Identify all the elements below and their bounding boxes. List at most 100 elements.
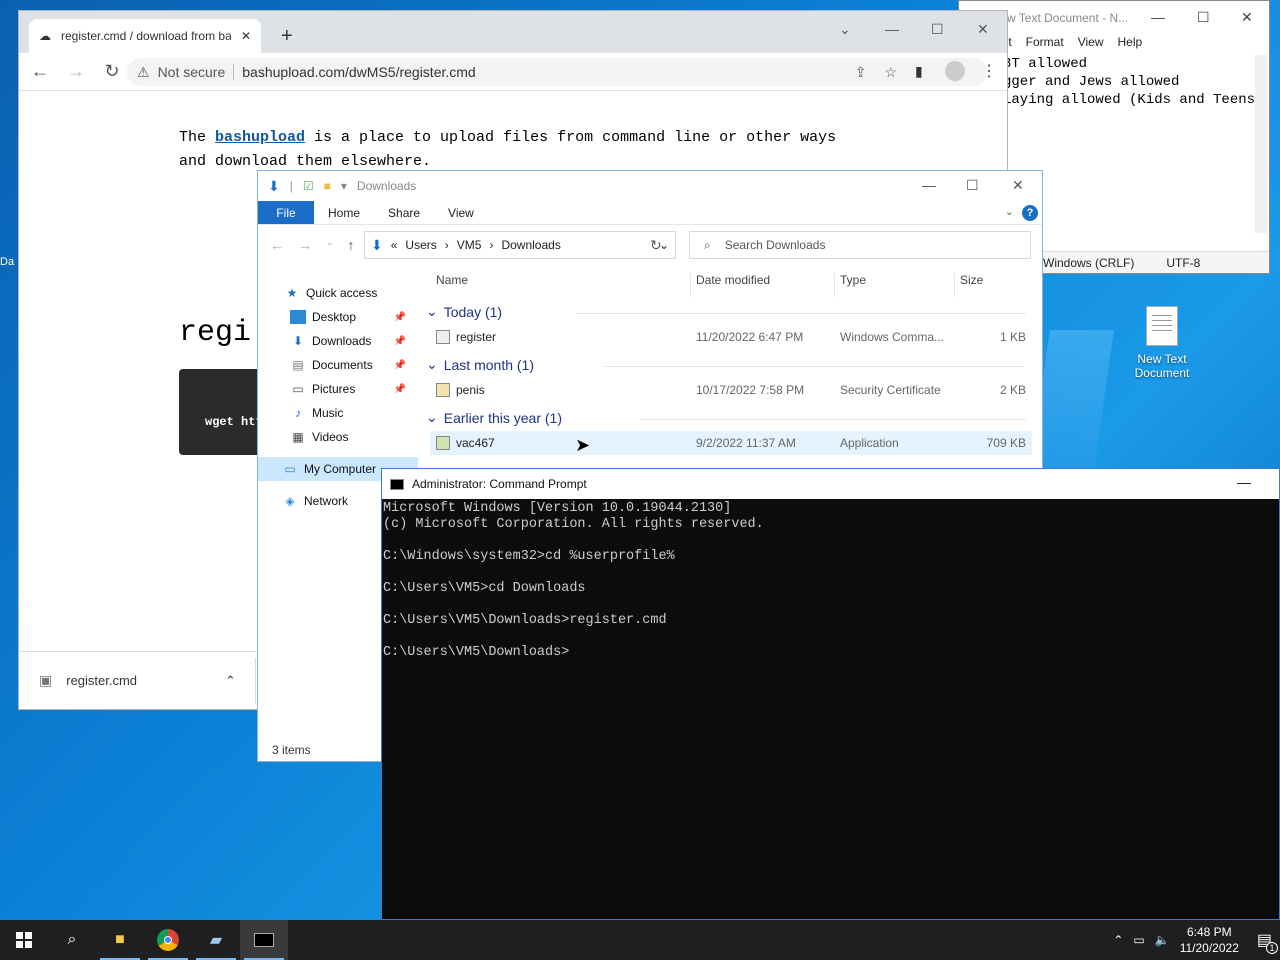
taskbar-command-prompt[interactable]: [240, 920, 288, 960]
nav-pictures[interactable]: ▭ Pictures 📌: [258, 377, 418, 401]
pin-icon[interactable]: 📌: [394, 312, 406, 323]
more-menu-icon[interactable]: ⋮: [981, 61, 997, 81]
breadcrumb-overflow-icon[interactable]: «: [391, 238, 398, 252]
nav-videos[interactable]: ▦ Videos: [258, 425, 418, 449]
taskbar-chrome[interactable]: [144, 920, 192, 960]
column-size[interactable]: Size: [960, 273, 983, 287]
recent-locations-icon[interactable]: ⌄: [326, 237, 334, 253]
nav-documents[interactable]: ▤ Documents 📌: [258, 353, 418, 377]
nav-music[interactable]: ♪ Music: [258, 401, 418, 425]
column-name[interactable]: Name: [436, 273, 468, 287]
window-title: Downloads: [356, 179, 417, 193]
taskbar-file-explorer[interactable]: ■: [96, 920, 144, 960]
forward-arrow-icon[interactable]: →: [298, 237, 312, 253]
minimize-button[interactable]: —: [885, 21, 899, 37]
chevron-up-icon[interactable]: ⌃: [225, 673, 236, 689]
close-button[interactable]: ✕: [977, 21, 989, 38]
menu-help[interactable]: Help: [1117, 35, 1142, 53]
tab-home[interactable]: Home: [314, 201, 374, 224]
bashupload-link[interactable]: bashupload: [215, 129, 305, 146]
properties-icon[interactable]: ☑: [303, 179, 314, 193]
new-folder-icon[interactable]: ■: [324, 179, 331, 193]
tab-share[interactable]: Share: [374, 201, 434, 224]
close-button[interactable]: ✕: [1241, 9, 1253, 26]
refresh-icon[interactable]: ↻: [650, 237, 662, 254]
breadcrumb-downloads[interactable]: Downloads: [501, 238, 560, 252]
share-icon[interactable]: ⇪: [855, 64, 867, 81]
download-item-name[interactable]: register.cmd: [66, 673, 137, 688]
cloud-upload-icon: ☁: [39, 29, 51, 43]
chevron-down-icon: ⌄: [426, 303, 438, 319]
desktop-icon-new-text-document[interactable]: New Text Document: [1122, 306, 1202, 380]
taskbar-notepad[interactable]: ▰: [192, 920, 240, 960]
help-icon[interactable]: ?: [1022, 205, 1038, 221]
breadcrumb-users[interactable]: Users: [405, 238, 436, 252]
file-type: Security Certificate: [840, 383, 941, 397]
quick-access-dropdown-icon[interactable]: ▾: [341, 179, 347, 193]
notepad-line: 3T allowed: [1003, 56, 1088, 72]
ribbon-tabs: File Home Share View: [258, 201, 1042, 225]
nav-desktop[interactable]: Desktop 📌: [258, 305, 418, 329]
file-name-text: penis: [456, 383, 485, 397]
network-icon[interactable]: ▭: [1133, 933, 1144, 947]
maximize-button[interactable]: ☐: [966, 177, 979, 194]
column-date-modified[interactable]: Date modified: [696, 273, 770, 287]
url-text[interactable]: bashupload.com/dwMS5/register.cmd: [242, 64, 475, 80]
chevron-down-icon: ⌄: [426, 356, 438, 372]
pin-icon[interactable]: 📌: [394, 384, 406, 395]
column-type[interactable]: Type: [840, 273, 866, 287]
bookmark-star-icon[interactable]: ☆: [884, 64, 897, 81]
group-header-today[interactable]: ⌄ Today (1): [426, 303, 1026, 320]
volume-icon[interactable]: 🔈: [1155, 933, 1170, 947]
minimize-button[interactable]: —: [1151, 9, 1165, 25]
back-arrow-icon[interactable]: ←: [31, 61, 49, 82]
menu-format[interactable]: Format: [1026, 35, 1064, 53]
group-header-earlier-this-year[interactable]: ⌄ Earlier this year (1): [426, 409, 1026, 426]
clock[interactable]: 6:48 PM 11/20/2022: [1180, 924, 1239, 956]
breadcrumb-chevron-icon: ›: [489, 238, 494, 252]
maximize-button[interactable]: ☐: [1197, 9, 1210, 26]
nav-quick-access[interactable]: ★ Quick access: [258, 281, 418, 305]
search-box[interactable]: ⌕ Search Downloads: [689, 231, 1031, 259]
side-panel-icon[interactable]: ▮: [915, 63, 923, 80]
tab-file[interactable]: File: [258, 201, 314, 224]
file-row[interactable]: register 11/20/2022 6:47 PM Windows Comm…: [430, 325, 1032, 349]
maximize-button[interactable]: ☐: [931, 21, 944, 38]
command-prompt-window[interactable]: Administrator: Command Prompt — Microsof…: [381, 468, 1280, 920]
new-tab-button[interactable]: +: [281, 25, 293, 48]
show-hidden-icons-icon[interactable]: ⌃: [1113, 933, 1123, 947]
minimize-button[interactable]: —: [1237, 474, 1251, 490]
close-button[interactable]: ✕: [1012, 177, 1024, 194]
expand-ribbon-icon[interactable]: ⌄: [1005, 205, 1014, 218]
tab-search-icon[interactable]: ⌄: [839, 21, 851, 38]
file-row[interactable]: vac467 9/2/2022 11:37 AM Application 709…: [430, 431, 1032, 455]
menu-view[interactable]: View: [1078, 35, 1104, 53]
minimize-button[interactable]: —: [922, 177, 936, 193]
divider: [255, 658, 256, 704]
close-tab-icon[interactable]: ✕: [241, 29, 251, 43]
pin-icon[interactable]: 📌: [394, 360, 406, 371]
file-row[interactable]: penis 10/17/2022 7:58 PM Security Certif…: [430, 378, 1032, 402]
group-header-last-month[interactable]: ⌄ Last month (1): [426, 356, 1026, 373]
pin-icon[interactable]: 📌: [394, 336, 406, 347]
back-arrow-icon[interactable]: ←: [270, 237, 284, 253]
forward-arrow-icon[interactable]: →: [67, 61, 85, 82]
start-button[interactable]: [0, 920, 48, 960]
breadcrumb-vm5[interactable]: VM5: [457, 238, 482, 252]
search-button[interactable]: ⌕: [48, 920, 96, 960]
cmd-output[interactable]: Microsoft Windows [Version 10.0.19044.21…: [382, 499, 1279, 661]
address-bar[interactable]: ⚠ Not secure bashupload.com/dwMS5/regist…: [127, 58, 987, 86]
nav-downloads[interactable]: ⬇ Downloads 📌: [258, 329, 418, 353]
browser-tab[interactable]: ☁ register.cmd / download from ba ✕: [29, 19, 261, 53]
desktop-icon-label-partial[interactable]: Da: [0, 256, 14, 268]
tab-view[interactable]: View: [434, 201, 488, 224]
vertical-scrollbar[interactable]: [1255, 55, 1267, 233]
profile-avatar-icon[interactable]: [945, 61, 965, 81]
up-arrow-icon[interactable]: ↑: [348, 237, 355, 253]
not-secure-label[interactable]: Not secure: [158, 64, 226, 80]
address-bar[interactable]: ⬇ « Users › VM5 › Downloads ⌄: [364, 231, 676, 259]
reload-icon[interactable]: ↻: [103, 61, 121, 82]
column-headers: Name Date modified Type Size: [428, 269, 1032, 297]
notification-center-icon[interactable]: ▤ 1: [1257, 930, 1278, 954]
divider: [954, 273, 955, 297]
